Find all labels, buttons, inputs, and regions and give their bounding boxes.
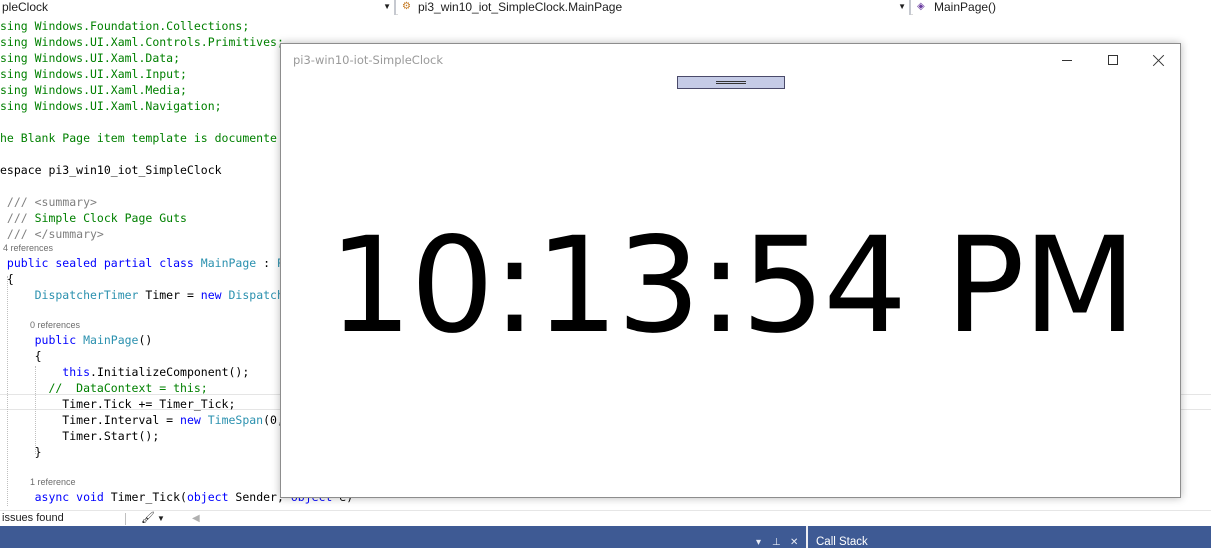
code-token: new [200, 288, 229, 302]
code-token: this [0, 365, 91, 379]
maximize-icon [1108, 55, 1118, 65]
code-token: public [0, 333, 84, 347]
code-line: Timer.Interval = new TimeSpan(0, [0, 412, 284, 428]
member-dropdown[interactable]: ◈ MainPage() [913, 0, 1211, 15]
code-line: espace pi3_win10_iot_SimpleClock [0, 162, 222, 178]
class-dropdown[interactable]: ⚙ pi3_win10_iot_SimpleClock.MainPage ▼ [398, 0, 911, 15]
code-token: sing Windows.UI.Xaml.Controls.Primitives… [0, 35, 284, 49]
code-token: async void [0, 490, 111, 504]
code-token: MainPage [83, 333, 139, 347]
app-window: pi3-win10-iot-SimpleClock 10:13:54 PM [280, 43, 1181, 498]
code-token: <summary> [34, 195, 97, 209]
project-dropdown[interactable]: pleClock ▼ [0, 0, 396, 15]
code-token: { [0, 349, 42, 363]
code-line: // DataContext = this; [0, 380, 208, 396]
method-icon: ◈ [917, 1, 925, 12]
dropdown-icon[interactable]: ▾ [756, 537, 761, 548]
code-token: DispatcherTimer [0, 288, 139, 302]
code-token: ; [228, 397, 236, 411]
code-line: sing Windows.UI.Xaml.Controls.Primitives… [0, 34, 284, 50]
code-token: /// [0, 227, 35, 241]
minimize-icon [1062, 60, 1072, 61]
code-line: /// </summary> [0, 226, 104, 242]
pin-icon[interactable]: ⊥ [772, 537, 781, 548]
code-token: { [0, 272, 14, 286]
code-token: /// [0, 195, 35, 209]
chevron-down-icon: ▼ [898, 2, 906, 11]
code-token: sing Windows.UI.Xaml.Media; [0, 83, 187, 97]
code-token: Timer_Tick [159, 397, 229, 411]
code-lens-references[interactable]: 4 references [3, 242, 53, 254]
code-line: /// <summary> [0, 194, 97, 210]
chevron-down-icon[interactable]: ▼ [157, 511, 165, 526]
code-token: TimeSpan [207, 413, 264, 427]
code-lens-references[interactable]: 1 reference [30, 476, 76, 488]
divider [806, 526, 808, 548]
issues-status[interactable]: issues found [2, 511, 64, 526]
code-line: sing Windows.UI.Xaml.Media; [0, 82, 187, 98]
code-token: new [180, 413, 208, 427]
debug-toolbar[interactable] [677, 76, 785, 89]
code-token: Timer.Start(); [0, 429, 160, 443]
code-line: this.InitializeComponent(); [0, 364, 249, 380]
code-token: Simple Clock Page Guts [34, 211, 187, 225]
code-line: { [0, 348, 42, 364]
code-lens-references[interactable]: 0 references [30, 319, 80, 331]
code-token: object [186, 490, 236, 504]
code-token: // DataContext = this; [0, 381, 208, 395]
code-token: Timer.Tick += [0, 397, 160, 411]
code-token: } [0, 445, 42, 459]
close-button[interactable] [1136, 44, 1182, 76]
navigation-bar: pleClock ▼ ⚙ pi3_win10_iot_SimpleClock.M… [0, 0, 1211, 15]
code-line: } [0, 444, 42, 460]
grip-icon [716, 81, 746, 84]
code-line: public sealed partial class MainPage : P [0, 255, 284, 271]
divider [125, 513, 126, 525]
code-token: Timer_Tick( [110, 490, 187, 504]
code-token: sing Windows.UI.Xaml.Input; [0, 67, 187, 81]
bottom-panel-header: ▾ ⊥ ✕ Call Stack [0, 526, 1211, 548]
editor-status-strip: issues found 🖌 ▼ ◀ [0, 510, 1211, 526]
chevron-down-icon: ▼ [383, 2, 391, 11]
code-token: sing Windows.UI.Xaml.Navigation; [0, 99, 222, 113]
code-token: Dispatch [228, 288, 284, 302]
code-line: Timer.Tick += Timer_Tick; [0, 396, 235, 412]
code-line: sing Windows.UI.Xaml.Input; [0, 66, 187, 82]
member-dropdown-label: MainPage() [934, 0, 997, 14]
code-token: he Blank Page item template is documente [0, 131, 277, 145]
window-title: pi3-win10-iot-SimpleClock [293, 53, 444, 67]
class-dropdown-label: pi3_win10_iot_SimpleClock.MainPage [418, 0, 623, 14]
code-line: { [0, 271, 14, 287]
code-line: Timer.Start(); [0, 428, 159, 444]
code-line: he Blank Page item template is documente [0, 130, 277, 146]
code-token: .InitializeComponent(); [90, 365, 250, 379]
clock-time: 10:13:54 PM [328, 209, 1136, 363]
code-line: sing Windows.Foundation.Collections; [0, 18, 249, 34]
code-token: Timer = [138, 288, 201, 302]
close-icon[interactable]: ✕ [790, 537, 798, 548]
code-token: Timer.Interval = [0, 413, 181, 427]
scroll-left-icon[interactable]: ◀ [192, 511, 200, 526]
class-icon: ⚙ [402, 1, 411, 12]
code-token: espace pi3_win10_iot_SimpleClock [0, 163, 222, 177]
code-line: public MainPage() [0, 332, 153, 348]
code-cleanup-icon[interactable]: 🖌 [141, 511, 155, 526]
code-line: /// Simple Clock Page Guts [0, 210, 187, 226]
call-stack-tab[interactable]: Call Stack [816, 536, 868, 548]
project-dropdown-label: pleClock [2, 0, 49, 14]
code-line: sing Windows.UI.Xaml.Data; [0, 50, 180, 66]
code-line: sing Windows.UI.Xaml.Navigation; [0, 98, 222, 114]
maximize-button[interactable] [1090, 44, 1136, 76]
code-token: MainPage [200, 256, 257, 270]
code-line: DispatcherTimer Timer = new Dispatch [0, 287, 284, 303]
code-token: sing Windows.UI.Xaml.Data; [0, 51, 181, 65]
code-token: sing Windows.Foundation.Collections; [0, 19, 250, 33]
code-token: : [256, 256, 277, 270]
close-icon [1153, 54, 1165, 66]
minimize-button[interactable] [1044, 44, 1090, 76]
code-token: </summary> [34, 227, 104, 241]
code-token: () [138, 333, 153, 347]
code-token: public sealed partial class [0, 256, 201, 270]
code-token: /// [0, 211, 35, 225]
